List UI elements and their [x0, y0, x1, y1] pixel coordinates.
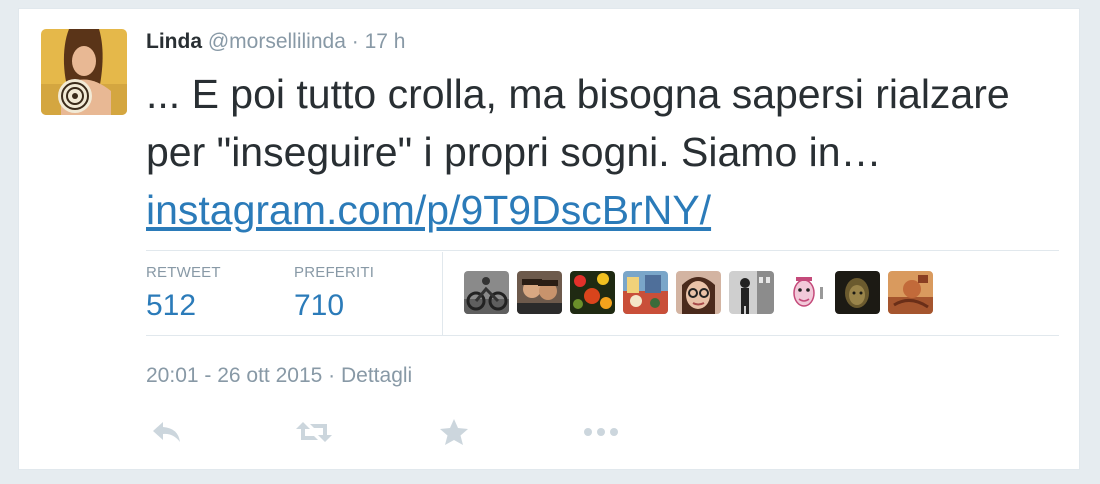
header-separator: · — [351, 30, 359, 53]
avatar-cartoon[interactable] — [782, 271, 827, 314]
author-name[interactable]: Linda — [146, 30, 202, 53]
more-options-button[interactable] — [581, 417, 621, 451]
meta-separator: · — [328, 364, 336, 387]
retweet-button[interactable] — [294, 417, 334, 451]
favorites-label: PREFERITI — [294, 264, 375, 281]
retweet-count[interactable]: 512 — [146, 289, 221, 323]
reply-button[interactable] — [146, 417, 186, 451]
tweet-header: Linda @morsellilinda · 17 h — [146, 29, 405, 55]
avatar-couple[interactable] — [517, 271, 562, 314]
retweet-icon — [294, 418, 334, 451]
tweet-link[interactable]: instagram.com/p/9T9DscBrNY/ — [146, 187, 711, 233]
tweet-metadata: 20:01 - 26 ott 2015 · Dettagli — [146, 364, 412, 388]
author-handle[interactable]: @morsellilinda — [208, 30, 346, 53]
avatar-colorful[interactable] — [623, 271, 668, 314]
tweet-card: Linda @morsellilinda · 17 h ... E poi tu… — [18, 8, 1080, 470]
more-icon — [582, 425, 620, 444]
favorite-star-icon — [438, 417, 470, 452]
retweet-label: RETWEET — [146, 264, 221, 281]
stats-top-divider — [146, 250, 1059, 251]
tweet-time[interactable]: 17 h — [365, 30, 406, 53]
reply-icon — [149, 418, 183, 451]
author-avatar[interactable] — [41, 29, 127, 115]
avatar-flowers[interactable] — [570, 271, 615, 314]
avatar-dark-portrait[interactable] — [835, 271, 880, 314]
details-link[interactable]: Dettagli — [341, 364, 412, 387]
favorites-stat[interactable]: PREFERITI 710 — [294, 264, 374, 323]
tweet-text: ... E poi tutto crolla, ma bisogna saper… — [146, 65, 1066, 239]
stats-bottom-divider — [146, 335, 1059, 336]
favorite-button[interactable] — [434, 417, 474, 451]
avatar-motorbike[interactable] — [464, 271, 509, 314]
avatar-painting[interactable] — [888, 271, 933, 314]
tweet-timestamp[interactable]: 20:01 - 26 ott 2015 — [146, 364, 322, 387]
tweet-body: ... E poi tutto crolla, ma bisogna saper… — [146, 71, 1010, 175]
retweet-stat[interactable]: RETWEET 512 — [146, 264, 221, 323]
favorited-by-avatars — [464, 271, 933, 314]
stats-vertical-divider — [442, 252, 443, 336]
avatar-glasses[interactable] — [676, 271, 721, 314]
favorites-count[interactable]: 710 — [294, 289, 374, 323]
avatar-bw-street[interactable] — [729, 271, 774, 314]
